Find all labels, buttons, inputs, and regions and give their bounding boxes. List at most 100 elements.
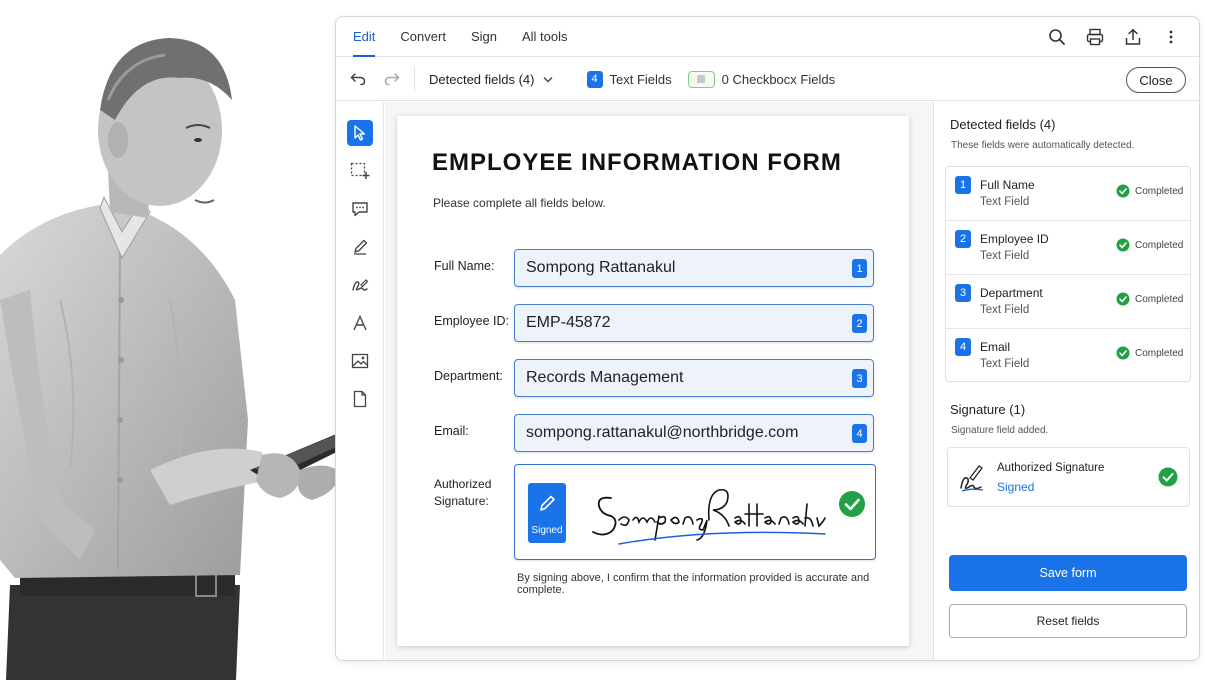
signature-section-title: Signature (1) [950,402,1026,417]
reset-fields-button[interactable]: Reset fields [949,604,1187,638]
form-page: EMPLOYEE INFORMATION FORM Please complet… [397,116,909,646]
form-subtitle: Please complete all fields below. [433,196,606,210]
undo-icon[interactable] [346,67,370,91]
close-button[interactable]: Close [1126,67,1186,93]
handwritten-signature [592,488,826,545]
top-menubar: Edit Convert Sign All tools [336,17,1199,57]
share-icon[interactable] [1123,27,1143,47]
detected-fields-dropdown[interactable]: Detected fields (4) [429,72,553,87]
sign-icon[interactable] [347,272,373,298]
department-field[interactable]: Records Management 3 [514,359,874,397]
detected-fields-subtitle: These fields were automatically detected… [951,140,1135,151]
employee-id-field[interactable]: EMP-45872 2 [514,304,874,342]
tab-edit[interactable]: Edit [353,17,376,57]
tab-sign[interactable]: Sign [471,17,497,57]
signature-field[interactable]: Signed [514,464,876,560]
department-value: Records Management [526,369,684,386]
signature-card[interactable]: Authorized Signature Signed [947,447,1190,507]
print-icon[interactable] [1085,27,1105,47]
field-number-badge: 3 [955,284,971,302]
field-type: Text Field [980,250,1030,262]
image-icon[interactable] [347,348,373,374]
document-canvas: EMPLOYEE INFORMATION FORM Please complet… [385,102,933,660]
signed-tag: Signed [528,483,566,543]
detected-fields-label: Detected fields (4) [429,71,535,87]
signature-name: Authorized Signature [997,462,1105,474]
employee-id-value: EMP-45872 [526,314,611,331]
signature-label-line1: Authorized [434,477,492,491]
field-status-label: Completed [1135,239,1184,251]
toolbar-divider [414,67,415,91]
left-tool-rail [336,102,384,660]
text-icon[interactable] [347,310,373,336]
detected-fields-list: 1 Full Name Text Field Completed 2 Emplo… [945,166,1191,382]
field-number-badge: 3 [852,369,867,388]
check-icon [1158,467,1178,487]
list-item[interactable]: 1 Full Name Text Field Completed [946,167,1190,221]
tab-convert[interactable]: Convert [400,17,446,57]
fields-panel: Detected fields (4) These fields were au… [933,102,1199,660]
field-status: Completed [1116,238,1183,252]
field-status-label: Completed [1135,185,1184,197]
checkbox-fields-filter[interactable]: 0 Checkbocx Fields [687,70,835,88]
signature-label-line2: Signature: [434,494,489,508]
more-icon[interactable] [1161,27,1181,47]
signed-tag-label: Signed [531,525,563,536]
area-select-icon[interactable] [347,158,373,184]
tab-all-tools[interactable]: All tools [522,17,568,57]
stage: Edit Convert Sign All tools Detected fie… [0,0,1207,680]
field-number-badge: 4 [852,424,867,443]
pen-icon [540,495,555,511]
signature-section-subtitle: Signature field added. [951,425,1049,436]
menubar-tools [1047,17,1181,57]
pdf-editor-window: Edit Convert Sign All tools Detected fie… [335,16,1200,661]
field-number-badge: 2 [852,314,867,333]
pen-icon[interactable] [347,234,373,260]
comment-icon[interactable] [347,196,373,222]
text-fields-filter[interactable]: 4 Text Fields [586,70,672,88]
email-field[interactable]: sompong.rattanakul@northbridge.com 4 [514,414,874,452]
field-status: Completed [1116,346,1183,360]
field-status-label: Completed [1135,293,1184,305]
full-name-row: Full Name: Sompong Rattanakul 1 [434,249,874,287]
field-name: Employee ID [980,232,1049,246]
list-item[interactable]: 2 Employee ID Text Field Completed [946,221,1190,275]
department-label: Department: [434,369,503,383]
field-number-badge: 1 [852,259,867,278]
field-name: Full Name [980,178,1035,192]
field-number-badge: 4 [955,338,971,356]
field-type: Text Field [980,304,1030,316]
save-form-button[interactable]: Save form [949,555,1187,591]
check-icon [1116,346,1130,360]
field-name: Department [980,286,1043,300]
check-icon [1116,184,1130,198]
field-type: Text Field [980,358,1030,370]
employee-id-row: Employee ID: EMP-45872 2 [434,304,874,342]
check-icon [1116,238,1130,252]
check-icon [1116,292,1130,306]
redo-icon[interactable] [380,67,404,91]
page-icon[interactable] [347,386,373,412]
department-row: Department: Records Management 3 [434,359,874,397]
form-title: EMPLOYEE INFORMATION FORM [432,149,842,176]
fields-toolbar: Detected fields (4) 4 Text Fields 0 Chec… [336,58,1199,101]
list-item[interactable]: 3 Department Text Field Completed [946,275,1190,329]
list-item[interactable]: 4 Email Text Field Completed [946,329,1190,383]
select-pointer-icon[interactable] [347,120,373,146]
email-label: Email: [434,424,469,438]
signature-status: Signed [997,480,1035,494]
email-row: Email: sompong.rattanakul@northbridge.co… [434,414,874,452]
search-icon[interactable] [1047,27,1067,47]
field-status-label: Completed [1135,347,1184,359]
signature-check-icon [839,491,865,517]
field-status: Completed [1116,292,1183,306]
field-status: Completed [1116,184,1183,198]
signature-label: Authorized Signature: [434,476,504,510]
text-fields-count: 4 [586,70,603,88]
signature-pen-icon [960,465,984,492]
field-type: Text Field [980,196,1030,208]
employee-id-label: Employee ID: [434,314,510,328]
confirm-note: By signing above, I confirm that the inf… [517,572,870,596]
full-name-field[interactable]: Sompong Rattanakul 1 [514,249,874,287]
checkbox-toggle-icon [687,70,715,88]
